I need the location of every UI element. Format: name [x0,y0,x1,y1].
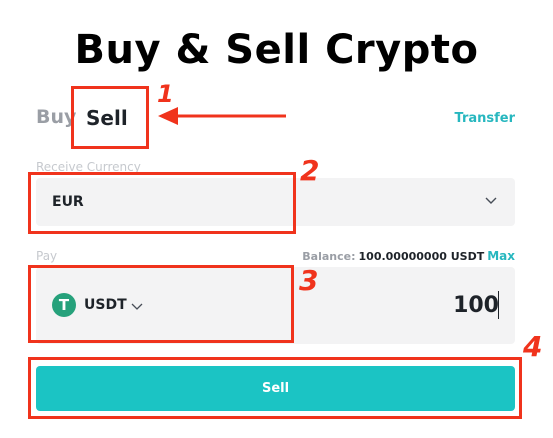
max-button[interactable]: Max [487,249,515,263]
step-number-3: 3 [299,264,319,297]
left-arrow-icon [158,107,286,125]
pay-label: Pay [36,249,58,263]
highlight-box-sell-tab [71,86,149,149]
page-title: Buy & Sell Crypto [74,27,479,73]
step-number-1: 1 [157,80,174,108]
balance-value: 100.00000000 USDT [358,250,485,263]
text-caret [498,291,499,319]
highlight-box-sell-button [28,357,522,419]
balance-caption: Balance: [302,250,356,263]
highlight-box-receive-currency [28,172,296,234]
transfer-link[interactable]: Transfer [455,111,516,126]
step-number-4: 4 [523,330,543,363]
highlight-box-pay-coin [28,265,294,343]
chevron-down-icon [485,197,497,204]
pay-amount-input[interactable] [379,291,499,319]
step-number-2: 2 [300,154,320,187]
balance-row: Balance: 100.00000000 USDT Max [302,249,515,263]
